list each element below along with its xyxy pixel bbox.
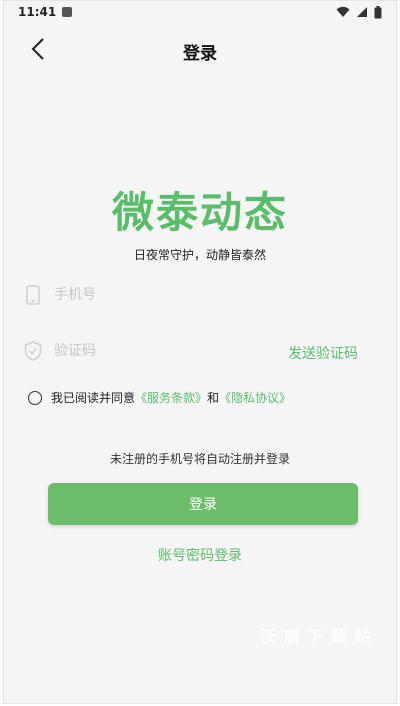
battery-icon xyxy=(374,5,382,19)
back-button[interactable] xyxy=(24,37,52,65)
status-icons xyxy=(336,5,382,19)
notification-icon xyxy=(62,7,73,17)
phone-icon xyxy=(22,284,44,306)
privacy-link[interactable]: 《隐私协议》 xyxy=(219,389,291,406)
brand-block: 微泰动态 日夜常守护，动静皆泰然 xyxy=(4,179,396,263)
send-code-button[interactable]: 发送验证码 xyxy=(288,343,358,363)
login-button[interactable]: 登录 xyxy=(48,483,358,525)
agreement-prefix: 我已阅读并同意 xyxy=(51,391,136,405)
password-login-link[interactable]: 账号密码登录 xyxy=(4,545,396,565)
signal-icon xyxy=(356,6,368,18)
page-title: 登录 xyxy=(183,43,217,64)
chevron-left-icon xyxy=(31,37,45,65)
status-time: 11:41 xyxy=(18,5,57,19)
agreement-radio[interactable] xyxy=(28,390,42,405)
shield-icon xyxy=(22,340,44,362)
nav-bar: 登录 xyxy=(4,31,396,71)
app-slogan: 日夜常守护，动静皆泰然 xyxy=(133,248,266,262)
agreement-row: 我已阅读并同意 《服务条款》 和 《隐私协议》 xyxy=(28,389,291,406)
agreement-conjunction: 和 xyxy=(207,391,220,405)
wifi-icon xyxy=(336,6,350,18)
watermark-text: 沃 盾 下 载 站 xyxy=(260,627,372,646)
auto-register-notice: 未注册的手机号将自动注册并登录 xyxy=(109,452,290,466)
phone-input[interactable] xyxy=(54,273,372,317)
login-screen: 11:41 登录 微泰动态 日夜常守护，动静皆泰然 手机号 验证码 发送验证码 … xyxy=(3,0,397,704)
status-bar: 11:41 xyxy=(4,1,396,23)
terms-link[interactable]: 《服务条款》 xyxy=(135,389,207,406)
app-name: 微泰动态 xyxy=(111,188,288,237)
phone-field xyxy=(22,273,372,317)
